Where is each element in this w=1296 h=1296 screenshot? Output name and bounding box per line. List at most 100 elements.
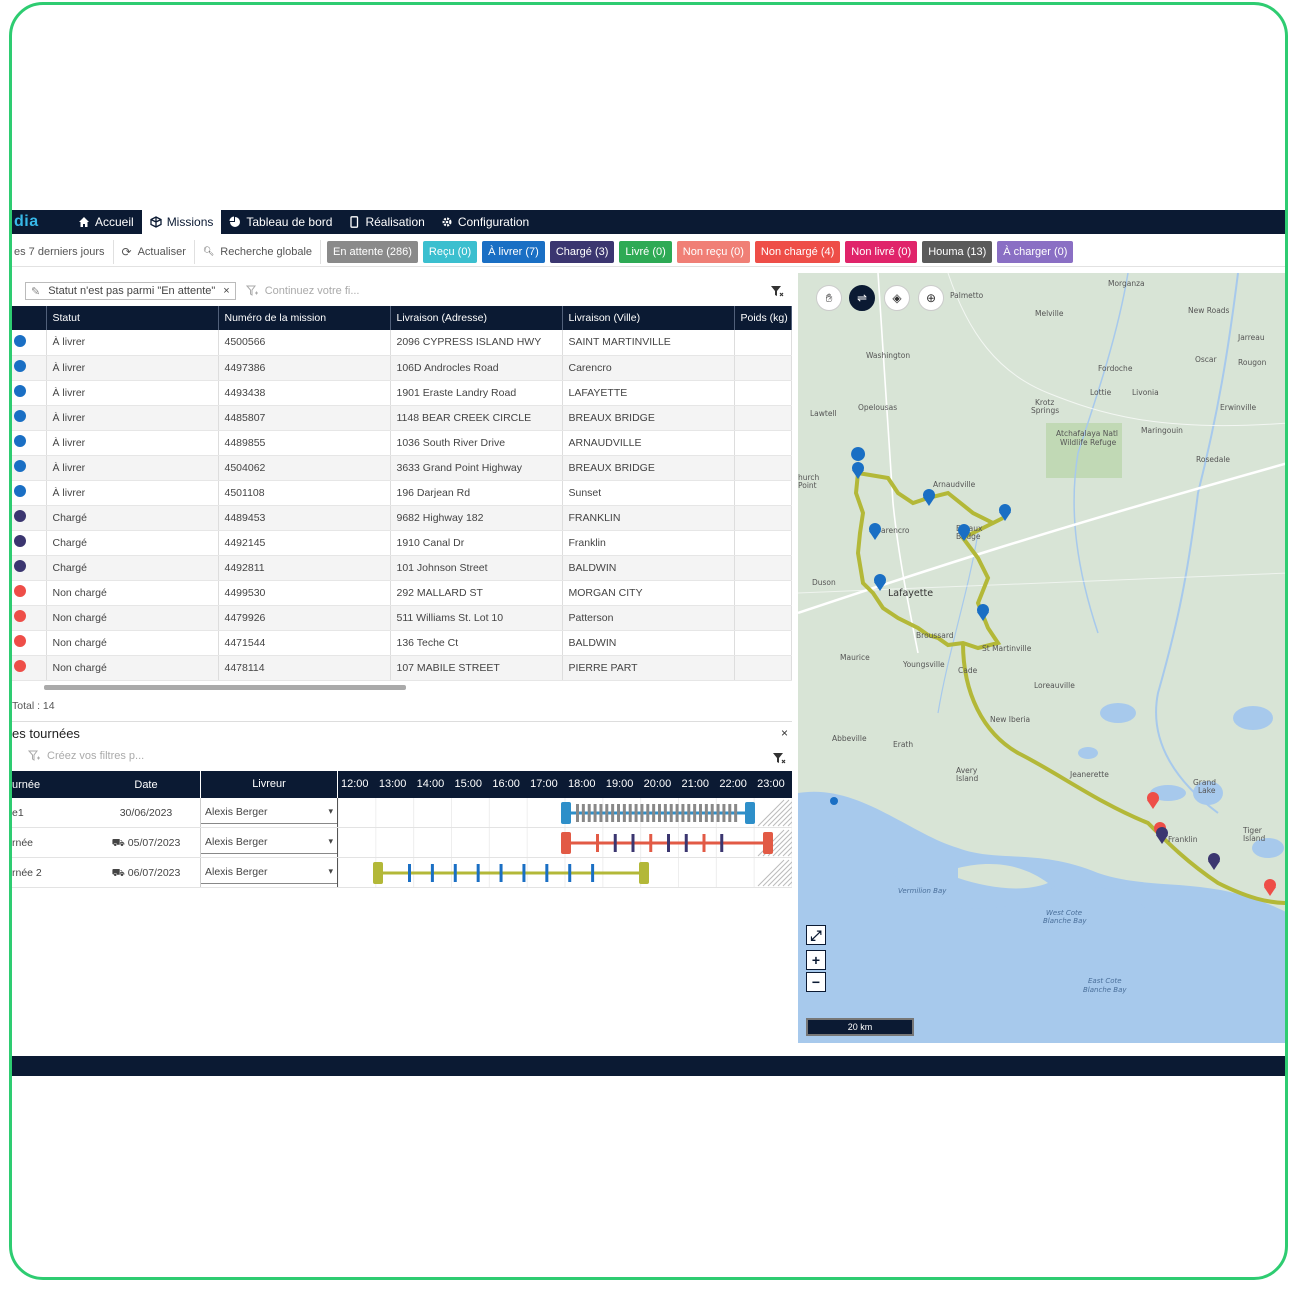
tour-row[interactable]: rnée ⛟ 05/07/2023 Alexis Berger ▾: [12, 828, 792, 858]
delivery-stop-mark[interactable]: [734, 804, 738, 822]
table-row[interactable]: Chargé 4492145 1910 Canal Dr Franklin: [12, 530, 792, 556]
delivery-stop-mark[interactable]: [611, 804, 615, 822]
livreur-select[interactable]: Alexis Berger ▾: [200, 858, 338, 887]
table-row[interactable]: À livrer 4501108 196 Darjean Rd Sunset: [12, 480, 792, 506]
status-chip[interactable]: Non chargé (4): [754, 240, 841, 263]
close-icon[interactable]: ×: [781, 726, 788, 740]
delivery-stop-mark[interactable]: [631, 834, 635, 852]
header-statut[interactable]: Statut: [46, 306, 219, 330]
layers-icon[interactable]: ◈: [884, 285, 910, 311]
delivery-stop-mark[interactable]: [613, 834, 617, 852]
delivery-stop-mark[interactable]: [576, 804, 579, 822]
table-row[interactable]: Non chargé 4471544 136 Teche Ct BALDWIN: [12, 630, 792, 656]
chevron-down-icon[interactable]: ▾: [328, 866, 333, 877]
delivery-stop-mark[interactable]: [453, 864, 457, 882]
delivery-stop-mark[interactable]: [699, 804, 702, 822]
period-selector[interactable]: es 7 derniers jours: [12, 239, 114, 264]
tours-filter-input[interactable]: Créez vos filtres p...: [28, 750, 144, 762]
status-chip[interactable]: Livré (0): [619, 240, 672, 263]
nav-accueil[interactable]: Accueil: [70, 210, 142, 234]
delivery-stop-mark[interactable]: [720, 834, 724, 852]
tour-start-flag[interactable]: [561, 802, 571, 824]
delivery-stop-mark[interactable]: [728, 804, 732, 822]
fullscreen-icon[interactable]: ⤢: [806, 925, 826, 945]
header-tournee[interactable]: urnée: [12, 779, 92, 791]
tour-row[interactable]: e1 30/06/2023 Alexis Berger ▾: [12, 798, 792, 828]
tour-timeline[interactable]: [338, 858, 792, 887]
status-chip[interactable]: Reçu (0): [422, 240, 478, 263]
delivery-stop-mark[interactable]: [704, 804, 708, 822]
table-row[interactable]: Chargé 4489453 9682 Highway 182 FRANKLIN: [12, 505, 792, 531]
close-icon[interactable]: ×: [223, 285, 229, 297]
hand-icon[interactable]: ✋︎: [816, 285, 842, 311]
tour-end-flag[interactable]: [763, 832, 773, 854]
delivery-stop-mark[interactable]: [693, 804, 697, 822]
delivery-stop-mark[interactable]: [476, 864, 480, 882]
funnel-icon[interactable]: [770, 284, 784, 298]
delivery-stop-mark[interactable]: [702, 834, 706, 852]
delivery-stop-mark[interactable]: [596, 834, 599, 852]
map-location-dot[interactable]: [830, 797, 838, 805]
zoom-in-icon[interactable]: +: [806, 950, 826, 970]
filter-tag[interactable]: ✎ Statut n'est pas parmi "En attente" ×: [25, 282, 236, 300]
refresh-button[interactable]: ⟳ Actualiser: [114, 239, 195, 264]
delivery-stop-mark[interactable]: [622, 804, 626, 822]
table-row[interactable]: À livrer 4504062 3633 Grand Point Highway B…: [12, 455, 792, 481]
delivery-stop-mark[interactable]: [499, 864, 503, 882]
delivery-stop-mark[interactable]: [408, 864, 411, 882]
delivery-stop-mark[interactable]: [640, 804, 644, 822]
chevron-down-icon[interactable]: ▾: [328, 806, 333, 817]
delivery-stop-mark[interactable]: [581, 804, 585, 822]
delivery-stop-mark[interactable]: [545, 864, 549, 882]
delivery-stop-mark[interactable]: [430, 864, 434, 882]
app-logo[interactable]: dia: [12, 213, 64, 231]
status-chip[interactable]: Non reçu (0): [676, 240, 750, 263]
nav-configuration[interactable]: Configuration: [433, 210, 537, 234]
delivery-stop-mark[interactable]: [658, 804, 661, 822]
nav-realisation[interactable]: Réalisation: [340, 210, 432, 234]
status-chip[interactable]: À livrer (7): [482, 240, 545, 263]
header-adresse[interactable]: Livraison (Adresse): [390, 306, 563, 330]
tour-end-flag[interactable]: [745, 802, 755, 824]
delivery-stop-mark[interactable]: [687, 804, 691, 822]
tour-timeline[interactable]: [338, 798, 792, 827]
delivery-stop-mark[interactable]: [593, 804, 597, 822]
delivery-stop-mark[interactable]: [667, 834, 670, 852]
funnel-icon[interactable]: [772, 751, 786, 765]
header-numero[interactable]: Numéro de la mission: [218, 306, 391, 330]
zoom-search-icon[interactable]: ⊕: [918, 285, 944, 311]
header-date[interactable]: Date: [92, 779, 200, 791]
table-row[interactable]: À livrer 4500566 2096 CYPRESS ISLAND HWY SA…: [12, 330, 792, 356]
status-chip[interactable]: Houma (13): [922, 240, 993, 263]
delivery-stop-mark[interactable]: [605, 804, 609, 822]
filter-input[interactable]: Continuez votre fi...: [245, 285, 360, 297]
tour-end-flag[interactable]: [639, 862, 649, 884]
header-livreur[interactable]: Livreur: [200, 771, 338, 798]
table-row[interactable]: À livrer 4493438 1901 Eraste Landry Road LA…: [12, 380, 792, 406]
delivery-stop-mark[interactable]: [568, 864, 572, 882]
status-chip[interactable]: À charger (0): [997, 240, 1074, 263]
tour-row[interactable]: rnée 2 ⛟ 06/07/2023 Alexis Berger ▾: [12, 858, 792, 888]
status-chip[interactable]: Chargé (3): [549, 240, 615, 263]
livreur-select[interactable]: Alexis Berger ▾: [200, 828, 338, 857]
chevron-down-icon[interactable]: ▾: [328, 836, 333, 847]
zoom-out-icon[interactable]: −: [806, 972, 826, 992]
livreur-select[interactable]: Alexis Berger ▾: [200, 798, 338, 827]
route-icon[interactable]: ⇌: [849, 285, 875, 311]
delivery-stop-mark[interactable]: [652, 804, 656, 822]
status-chip[interactable]: En attente (286): [327, 240, 418, 263]
map-canvas[interactable]: Palmetto Melville Morganza New Roads Jar…: [798, 273, 1288, 1043]
delivery-stop-mark[interactable]: [628, 804, 632, 822]
delivery-stop-mark[interactable]: [646, 804, 650, 822]
table-row[interactable]: À livrer 4489855 1036 South River Drive ARN…: [12, 430, 792, 456]
delivery-stop-mark[interactable]: [663, 804, 667, 822]
delivery-stop-mark[interactable]: [684, 834, 688, 852]
header-ville[interactable]: Livraison (Ville): [562, 306, 735, 330]
table-row[interactable]: Non chargé 4499530 292 MALLARD ST MORGAN CI…: [12, 580, 792, 606]
delivery-stop-mark[interactable]: [522, 864, 526, 882]
delivery-stop-mark[interactable]: [681, 804, 685, 822]
delivery-stop-mark[interactable]: [649, 834, 653, 852]
delivery-stop-mark[interactable]: [591, 864, 595, 882]
table-row[interactable]: À livrer 4497386 106D Androcles Road Carenc…: [12, 355, 792, 381]
tour-timeline[interactable]: [338, 828, 792, 857]
